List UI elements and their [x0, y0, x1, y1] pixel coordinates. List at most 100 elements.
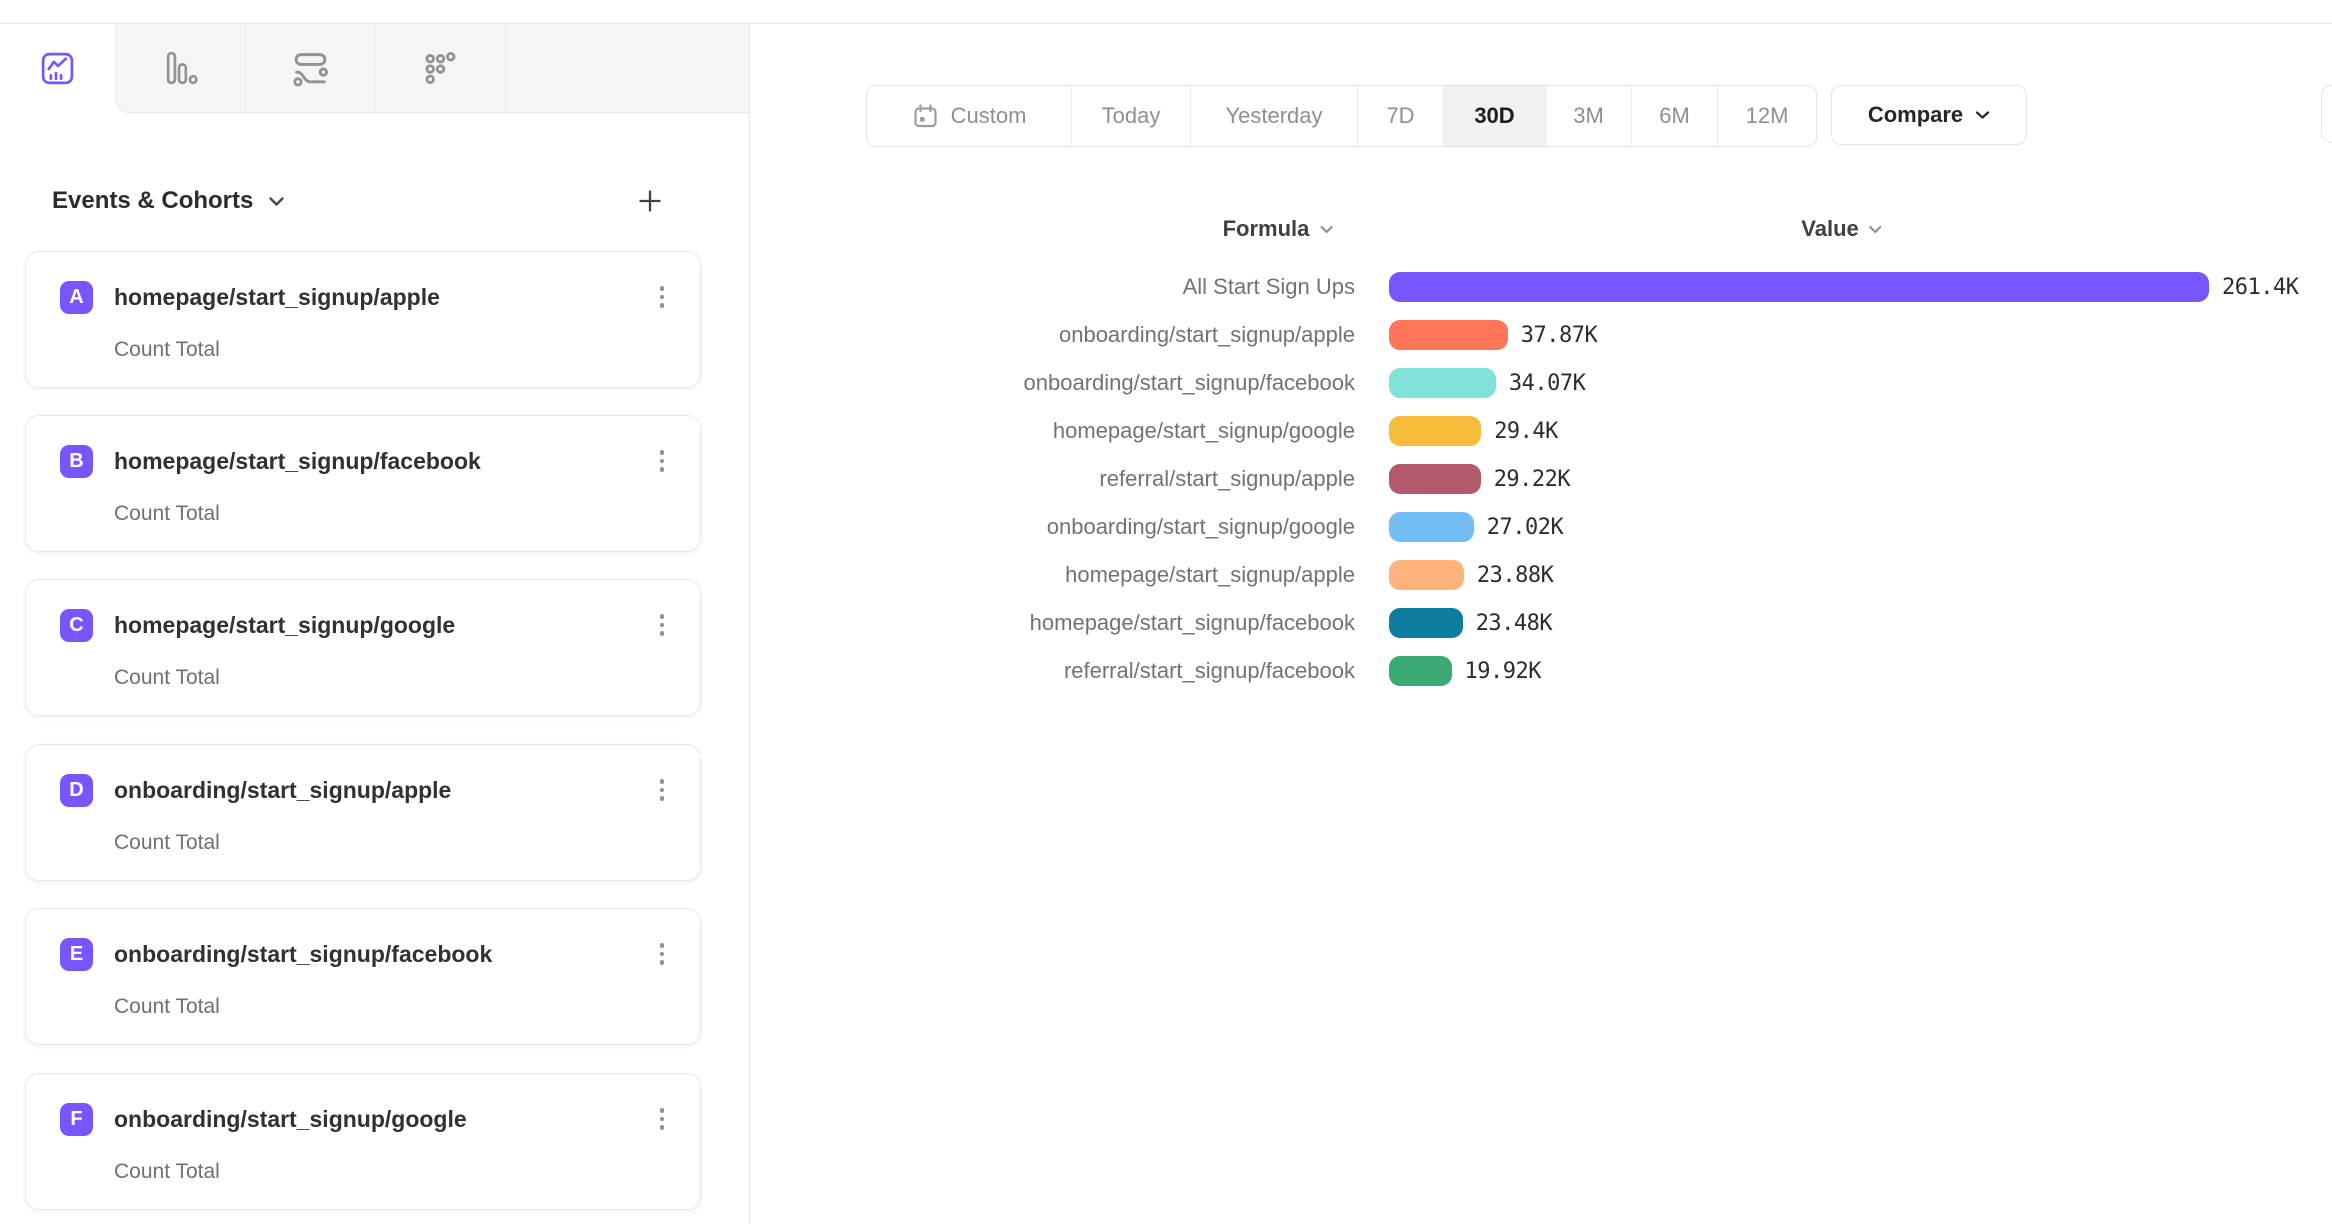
bar[interactable]: [1389, 272, 2209, 302]
chart-row: referral/start_signup/facebook 19.92K: [750, 647, 2332, 695]
range-today-button[interactable]: Today: [1072, 86, 1191, 146]
kebab-menu-icon[interactable]: [648, 1100, 676, 1138]
series-badge: F: [60, 1103, 93, 1136]
bar-category-label: homepage/start_signup/facebook: [750, 610, 1355, 636]
plus-icon: [636, 187, 664, 215]
event-measure[interactable]: Count Total: [114, 995, 220, 1019]
series-badge: E: [60, 938, 93, 971]
range-6m-button[interactable]: 6M: [1632, 86, 1718, 146]
event-card[interactable]: C homepage/start_signup/google Count Tot…: [25, 579, 701, 716]
compare-button[interactable]: Compare: [1831, 85, 2027, 145]
tab-retention[interactable]: [376, 24, 506, 112]
report-type-tabstrip: [0, 24, 749, 113]
event-card[interactable]: E onboarding/start_signup/facebook Count…: [25, 908, 701, 1045]
event-name[interactable]: homepage/start_signup/apple: [114, 284, 648, 311]
bar[interactable]: [1389, 512, 1474, 542]
tabstrip-filler: [506, 24, 749, 112]
event-name[interactable]: homepage/start_signup/google: [114, 612, 648, 639]
bar-category-label: homepage/start_signup/apple: [750, 562, 1355, 588]
bar-category-label: referral/start_signup/facebook: [750, 658, 1355, 684]
event-measure[interactable]: Count Total: [114, 338, 220, 362]
bar[interactable]: [1389, 464, 1481, 494]
range-label: Today: [1102, 103, 1161, 129]
add-event-button[interactable]: [630, 181, 670, 221]
flows-icon: [292, 50, 329, 87]
tab-bar-chart[interactable]: [116, 24, 246, 112]
bar[interactable]: [1389, 368, 1496, 398]
events-cohorts-label: Events & Cohorts: [52, 187, 253, 215]
series-badge: D: [60, 774, 93, 807]
bar[interactable]: [1389, 560, 1464, 590]
range-label: Yesterday: [1225, 103, 1322, 129]
chevron-down-icon: [1869, 225, 1883, 234]
chart-row: onboarding/start_signup/facebook 34.07K: [750, 359, 2332, 407]
line-chart-icon: [39, 50, 76, 87]
formula-column-header[interactable]: Formula: [1223, 211, 1334, 247]
bar-value: 19.92K: [1465, 659, 1541, 684]
formula-label: Formula: [1223, 216, 1310, 242]
event-name[interactable]: onboarding/start_signup/google: [114, 1106, 648, 1133]
bar-category-label: homepage/start_signup/google: [750, 418, 1355, 444]
chart-row: homepage/start_signup/google 29.4K: [750, 407, 2332, 455]
chart-row: homepage/start_signup/apple 23.88K: [750, 551, 2332, 599]
bar-category-label: onboarding/start_signup/google: [750, 514, 1355, 540]
chevron-down-icon: [268, 196, 285, 207]
chart-row: referral/start_signup/apple 29.22K: [750, 455, 2332, 503]
bar-value: 261.4K: [2222, 275, 2298, 300]
event-measure[interactable]: Count Total: [114, 831, 220, 855]
range-label: 3M: [1573, 103, 1604, 129]
bar-value: 34.07K: [1509, 371, 1585, 396]
bar-value: 27.02K: [1487, 515, 1563, 540]
event-name[interactable]: onboarding/start_signup/apple: [114, 777, 648, 804]
series-badge: B: [60, 445, 93, 478]
event-measure[interactable]: Count Total: [114, 1160, 220, 1184]
value-column-header[interactable]: Value: [1801, 211, 1882, 247]
bar-chart-icon: [164, 50, 198, 87]
range-label: 6M: [1659, 103, 1690, 129]
bar-category-label: onboarding/start_signup/apple: [750, 322, 1355, 348]
chart-row: onboarding/start_signup/google 27.02K: [750, 503, 2332, 551]
range-label: 30D: [1474, 103, 1514, 129]
kebab-menu-icon[interactable]: [648, 771, 676, 809]
range-custom-button[interactable]: Custom: [867, 86, 1072, 146]
range-yesterday-button[interactable]: Yesterday: [1191, 86, 1358, 146]
bar[interactable]: [1389, 656, 1452, 686]
event-card[interactable]: A homepage/start_signup/apple Count Tota…: [25, 251, 701, 388]
clipped-edge-button[interactable]: [2321, 85, 2332, 143]
event-measure[interactable]: Count Total: [114, 502, 220, 526]
bar-value: 23.48K: [1476, 611, 1552, 636]
inactive-tabs-strip: [115, 24, 749, 113]
kebab-menu-icon[interactable]: [648, 442, 676, 480]
event-measure[interactable]: Count Total: [114, 666, 220, 690]
bar[interactable]: [1389, 416, 1481, 446]
kebab-menu-icon[interactable]: [648, 278, 676, 316]
range-label: 7D: [1386, 103, 1414, 129]
bar[interactable]: [1389, 320, 1508, 350]
event-card[interactable]: D onboarding/start_signup/apple Count To…: [25, 744, 701, 881]
tab-flows[interactable]: [246, 24, 376, 112]
top-bar: [0, 0, 2332, 24]
event-name[interactable]: onboarding/start_signup/facebook: [114, 941, 648, 968]
date-range-picker: Custom Today Yesterday 7D 30D 3M 6M 12M: [866, 85, 1817, 147]
bar-value: 23.88K: [1477, 563, 1553, 588]
bar-value: 29.22K: [1494, 467, 1570, 492]
retention-dots-icon: [424, 50, 458, 87]
kebab-menu-icon[interactable]: [648, 606, 676, 644]
tab-insights-line-chart[interactable]: [0, 24, 115, 113]
insights-report-app: Events & Cohorts A homepage/start_signup…: [0, 0, 2332, 1224]
events-cohorts-dropdown[interactable]: Events & Cohorts: [52, 187, 285, 215]
events-cohorts-header: Events & Cohorts: [52, 177, 670, 225]
range-30d-button[interactable]: 30D: [1444, 86, 1546, 146]
range-7d-button[interactable]: 7D: [1358, 86, 1444, 146]
kebab-menu-icon[interactable]: [648, 935, 676, 973]
range-12m-button[interactable]: 12M: [1718, 86, 1816, 146]
range-3m-button[interactable]: 3M: [1546, 86, 1632, 146]
event-card[interactable]: F onboarding/start_signup/google Count T…: [25, 1073, 701, 1210]
event-name[interactable]: homepage/start_signup/facebook: [114, 448, 648, 475]
chevron-down-icon: [1975, 110, 1990, 120]
event-card[interactable]: B homepage/start_signup/facebook Count T…: [25, 415, 701, 552]
calendar-icon: [912, 103, 939, 130]
bar[interactable]: [1389, 608, 1463, 638]
range-label: Custom: [951, 103, 1027, 129]
bar-category-label: referral/start_signup/apple: [750, 466, 1355, 492]
